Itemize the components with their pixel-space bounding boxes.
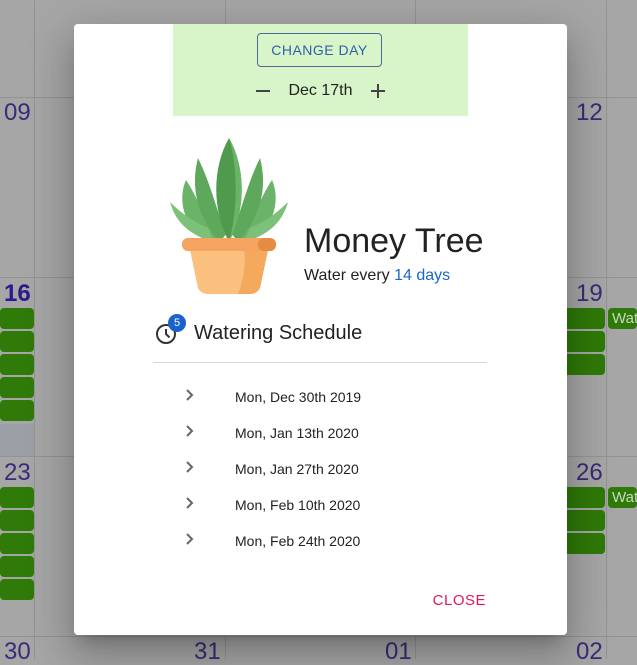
schedule-date: Mon, Dec 30th 2019 [235, 389, 362, 405]
grid-line [0, 636, 637, 637]
schedule-item[interactable]: Mon, Jan 13th 2020 [153, 415, 487, 451]
current-date: Dec 17th [288, 82, 353, 99]
event-chip[interactable] [0, 556, 34, 577]
day-number[interactable]: 19 [576, 282, 603, 306]
chevron-right-icon[interactable] [183, 529, 197, 549]
day-number[interactable]: 02 [576, 640, 603, 664]
schedule-list: Mon, Dec 30th 2019 Mon, Jan 13th 2020 Mo… [153, 379, 487, 559]
schedule-count-badge: 5 [168, 314, 186, 332]
event-chip[interactable] [0, 377, 34, 398]
plus-icon[interactable] [367, 80, 389, 102]
event-chip[interactable] [0, 354, 34, 375]
plant-name: Money Tree [304, 222, 484, 260]
schedule-item[interactable]: Mon, Feb 24th 2020 [153, 523, 487, 559]
water-prefix: Water every [304, 267, 390, 284]
chevron-right-icon[interactable] [183, 385, 197, 405]
day-number[interactable]: 01 [385, 640, 412, 664]
event-chip[interactable] [0, 487, 34, 508]
change-day-button[interactable]: CHANGE DAY [257, 33, 382, 67]
water-frequency: Water every 14 days [304, 267, 450, 285]
today-highlight [0, 424, 34, 456]
schedule-date: Mon, Jan 13th 2020 [235, 425, 359, 441]
event-chip[interactable]: Wat [608, 308, 637, 329]
plant-icon [168, 138, 290, 294]
schedule-date: Mon, Feb 24th 2020 [235, 533, 361, 549]
schedule-item[interactable]: Mon, Dec 30th 2019 [153, 379, 487, 415]
chevron-right-icon[interactable] [183, 493, 197, 513]
chevron-right-icon[interactable] [183, 421, 197, 441]
day-number[interactable]: 12 [576, 101, 603, 125]
day-number[interactable]: 26 [576, 461, 603, 485]
schedule-title: Watering Schedule [194, 322, 363, 344]
divider [153, 362, 487, 363]
day-number[interactable]: 16 [4, 282, 31, 306]
event-chip[interactable] [0, 308, 34, 329]
event-chip[interactable] [0, 510, 34, 531]
day-selector: CHANGE DAY Dec 17th [173, 24, 468, 116]
event-chip[interactable] [0, 400, 34, 421]
event-chip[interactable] [0, 533, 34, 554]
schedule-date: Mon, Jan 27th 2020 [235, 461, 359, 477]
day-number[interactable]: 09 [4, 101, 31, 125]
grid-line [34, 0, 35, 659]
day-number[interactable]: 30 [4, 640, 31, 664]
day-number[interactable]: 31 [194, 640, 221, 664]
plant-dialog: CHANGE DAY Dec 17th Money Tree Water eve… [74, 24, 567, 635]
day-navigation: Dec 17th [173, 80, 468, 102]
event-chip[interactable] [0, 331, 34, 352]
water-interval-link[interactable]: 14 days [394, 267, 450, 284]
close-button[interactable]: CLOSE [433, 592, 486, 609]
schedule-item[interactable]: Mon, Jan 27th 2020 [153, 451, 487, 487]
schedule-item[interactable]: Mon, Feb 10th 2020 [153, 487, 487, 523]
day-number[interactable]: 23 [4, 461, 31, 485]
minus-icon[interactable] [252, 80, 274, 102]
grid-line [606, 0, 607, 659]
chevron-right-icon[interactable] [183, 457, 197, 477]
event-chip[interactable] [0, 579, 34, 600]
event-chip[interactable]: Wat [608, 487, 637, 508]
schedule-date: Mon, Feb 10th 2020 [235, 497, 361, 513]
